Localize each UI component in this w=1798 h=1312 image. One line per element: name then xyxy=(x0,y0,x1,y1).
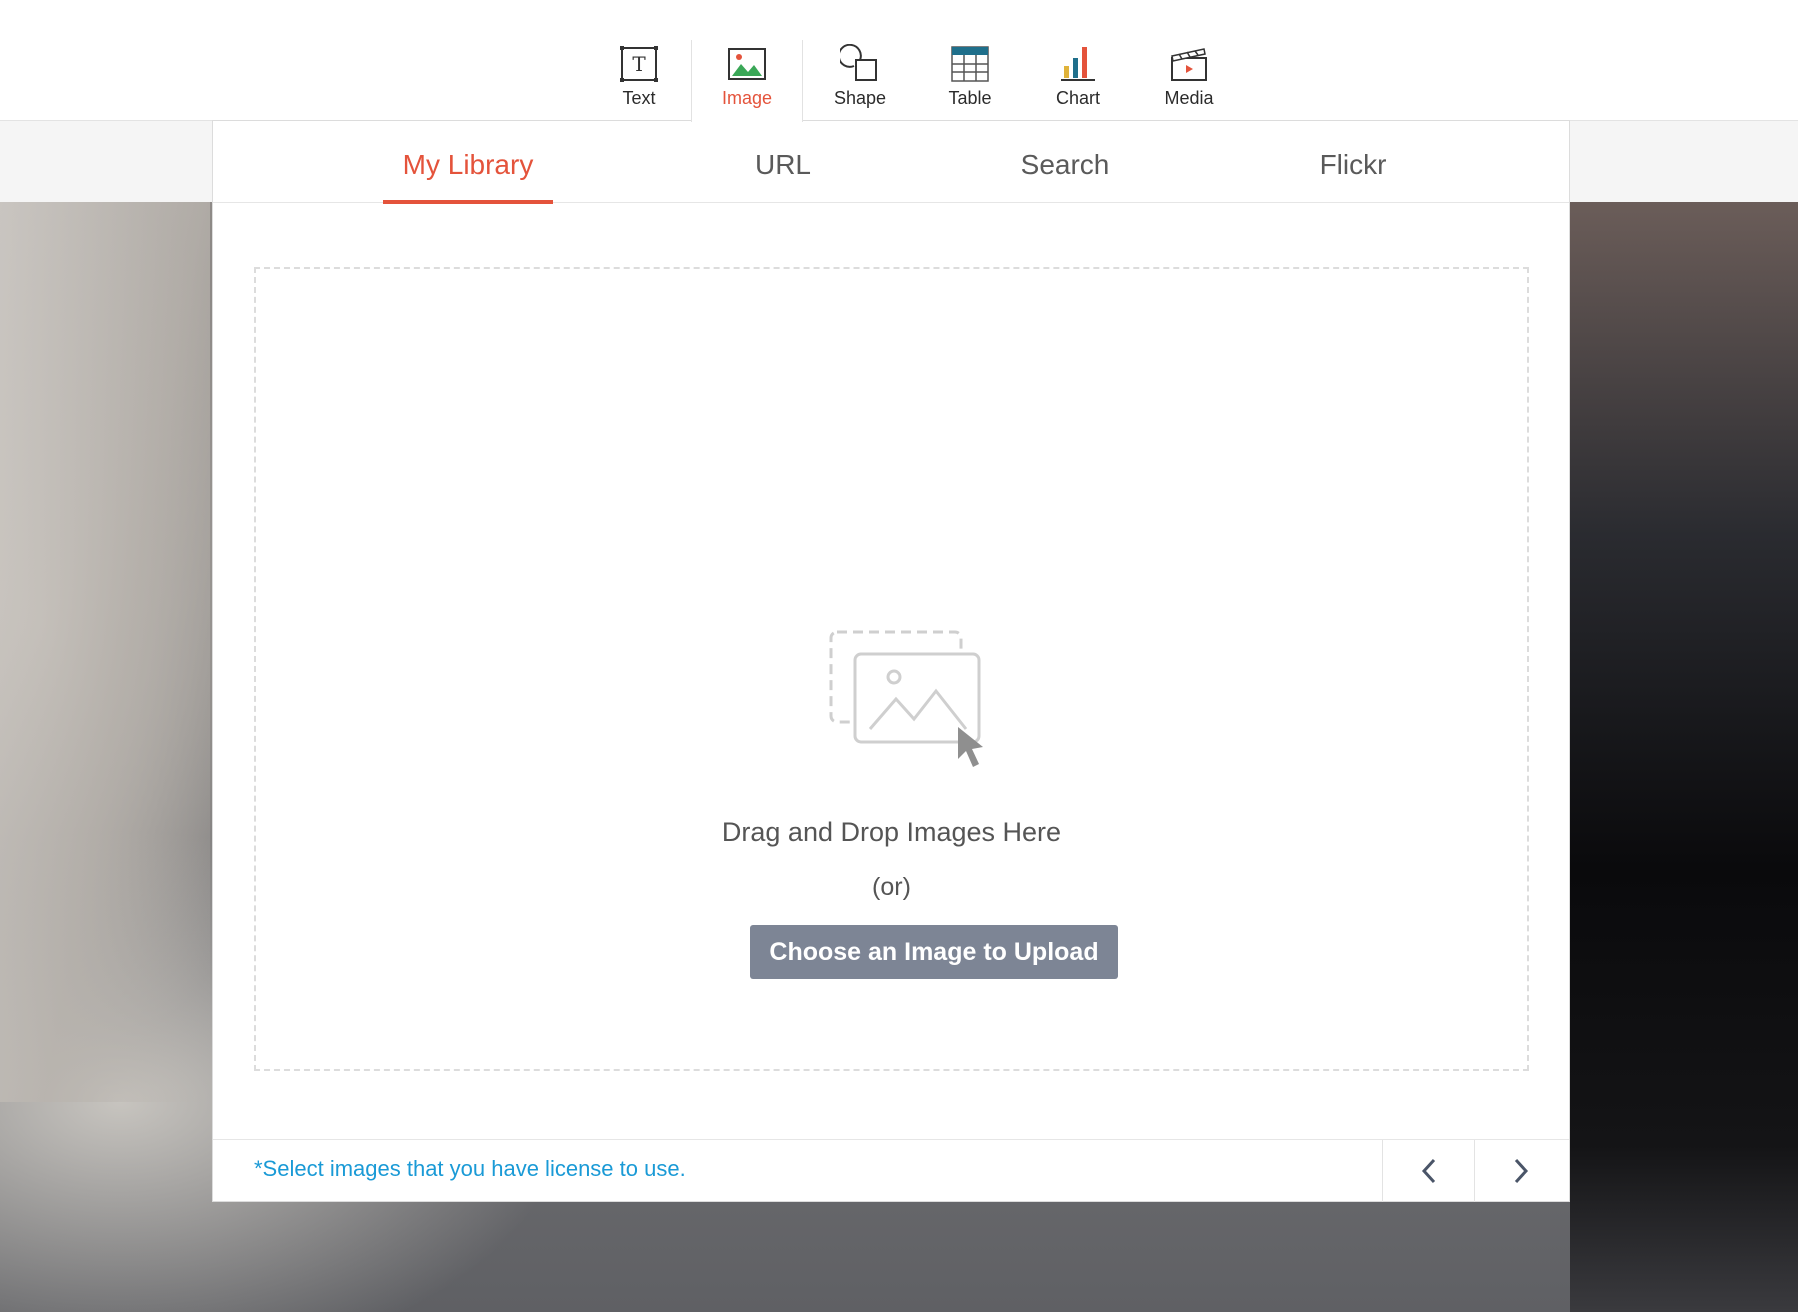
image-dropzone[interactable]: Drag and Drop Images Here (or) Choose an… xyxy=(254,267,1529,1071)
shape-icon xyxy=(840,44,877,81)
chart-icon xyxy=(1061,47,1095,81)
media-icon xyxy=(1171,48,1207,81)
image-source-tabs: My Library URL Search Flickr xyxy=(213,121,1569,204)
table-icon xyxy=(951,46,989,82)
previous-page-button[interactable] xyxy=(1382,1140,1474,1202)
background-photo-left xyxy=(0,202,210,1102)
next-page-button[interactable] xyxy=(1474,1140,1566,1202)
chevron-left-icon xyxy=(1421,1158,1435,1184)
chevron-right-icon xyxy=(1514,1158,1528,1184)
toolbar-item-label: Table xyxy=(948,88,992,108)
toolbar-item-text[interactable]: T Text xyxy=(583,40,695,120)
image-icon xyxy=(728,48,766,80)
toolbar-item-chart[interactable]: Chart xyxy=(1022,40,1134,120)
dropzone-or-text: (or) xyxy=(872,873,911,901)
toolbar-item-label: Image xyxy=(721,88,773,108)
tab-flickr[interactable]: Flickr xyxy=(1298,121,1408,203)
insert-toolbar: T Text Image Shape Table Chart Media xyxy=(0,0,1798,122)
dropzone-title: Drag and Drop Images Here xyxy=(721,817,1062,847)
image-dialog: My Library URL Search Flickr Drag and Dr… xyxy=(212,120,1570,1202)
toolbar-item-label: Media xyxy=(1164,88,1214,108)
text-icon: T xyxy=(620,46,658,82)
tab-my-library[interactable]: My Library xyxy=(383,121,553,204)
svg-text:T: T xyxy=(632,52,646,76)
toolbar-item-table[interactable]: Table xyxy=(914,40,1026,120)
toolbar-item-image[interactable]: Image xyxy=(691,40,803,122)
tab-search[interactable]: Search xyxy=(1005,121,1125,203)
upload-image-button[interactable]: Choose an Image to Upload xyxy=(750,925,1118,979)
license-note: *Select images that you have license to … xyxy=(254,1156,686,1181)
toolbar-item-label: Shape xyxy=(833,88,887,108)
tab-url[interactable]: URL xyxy=(733,121,833,203)
toolbar-item-shape[interactable]: Shape xyxy=(804,40,916,120)
dialog-footer: *Select images that you have license to … xyxy=(213,1139,1569,1202)
toolbar-item-media[interactable]: Media xyxy=(1133,40,1245,120)
toolbar-item-label: Chart xyxy=(1055,88,1100,108)
toolbar-item-label: Text xyxy=(622,88,656,108)
image-upload-icon xyxy=(829,630,983,767)
background-photo-right xyxy=(1570,202,1798,1312)
